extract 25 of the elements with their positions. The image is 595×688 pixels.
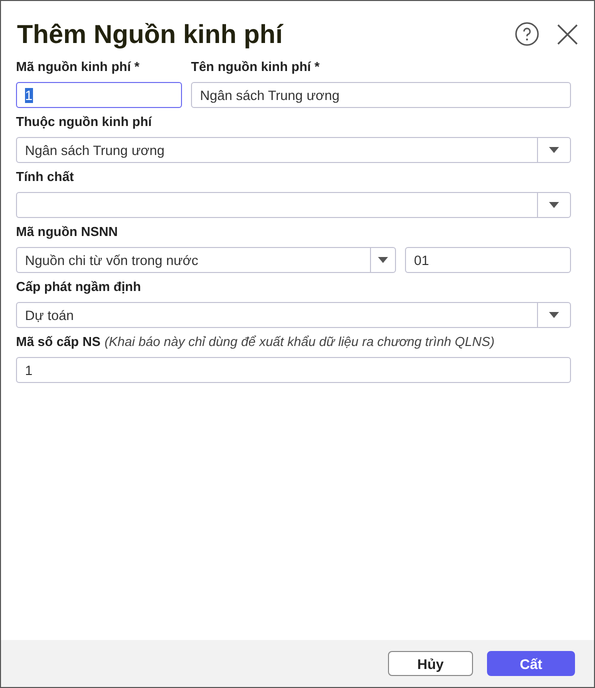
field-label: Mã nguồn kinh phí *	[16, 59, 140, 74]
field-label: Mã số cấp NS	[16, 334, 101, 349]
caret-icon	[549, 202, 559, 208]
dialog-title: Thêm Nguồn kinh phí	[17, 18, 283, 50]
caret-icon	[549, 312, 559, 318]
input-field[interactable]: 01	[405, 247, 571, 273]
input-field[interactable]: 1	[16, 82, 182, 108]
dropdown-field[interactable]: Dự toán	[16, 302, 571, 328]
dropdown-field[interactable]: Ngân sách Trung ương	[16, 137, 571, 163]
field-note: (Khai báo này chỉ dùng để xuất khẩu dữ liệu ra chương trình QLNS)	[104, 334, 495, 349]
dropdown-field[interactable]	[16, 192, 571, 218]
field-label: Cấp phát ngầm định	[16, 279, 141, 294]
field-label: Mã nguồn NSNN	[16, 224, 118, 239]
dropdown-field[interactable]: Nguồn chi từ vốn trong nước	[16, 247, 396, 273]
field-label: Thuộc nguồn kinh phí	[16, 114, 152, 129]
field-label: Tên nguồn kinh phí *	[191, 59, 320, 74]
help-icon[interactable]	[515, 22, 539, 46]
save-button[interactable]: Cất	[487, 651, 575, 676]
input-field[interactable]: Ngân sách Trung ương	[191, 82, 571, 108]
field-label: Tính chất	[16, 169, 74, 184]
caret-icon	[378, 257, 388, 263]
caret-icon	[549, 147, 559, 153]
input-field[interactable]: 1	[16, 357, 571, 383]
close-icon[interactable]	[557, 24, 578, 44]
cancel-button[interactable]: Hủy	[388, 651, 473, 676]
